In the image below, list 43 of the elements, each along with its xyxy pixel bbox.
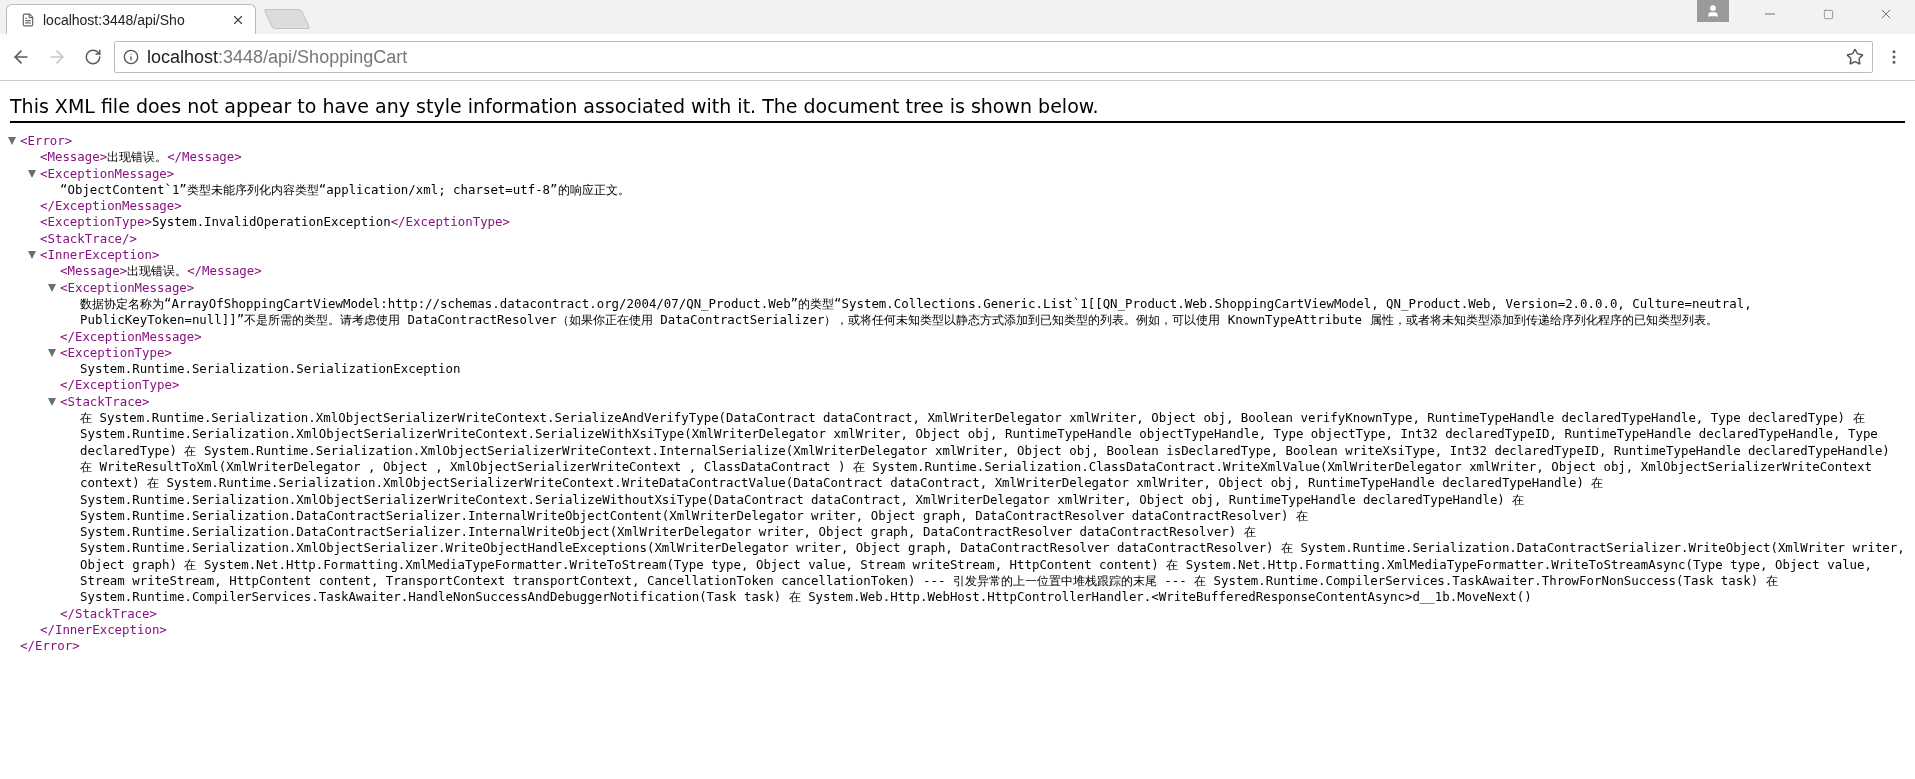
xml-tag: <ExceptionMessage> [60,279,195,295]
xml-tag: <InnerException> [40,247,160,263]
star-icon[interactable] [1846,48,1864,66]
xml-tag: <Message> [60,263,128,279]
address-bar[interactable]: localhost:3448/api/ShoppingCart [114,41,1873,73]
xml-tag: </Message> [167,149,242,165]
xml-text: 数据协定名称为“ArrayOfShoppingCartViewModel:http://schemas.datacontract.org/2004/07/QN_Product.Web”的类型“System.Collections.Generic.List`1[[QN_Product.Web.ShoppingCartViewModel, QN_Product.Web, Version=2.0.0.0, Culture=neutral, PublicKeyToken=null]]”不是所需的类型。请考虑使用 DataContractResolver（如果你正在使用 DataContractSerializer），或将任何未知类型以静态方式添加到已知类型的列表。例如，可以使用 KnownTypeAttribute 属性，或者将未知类型添加到传递给序列化程序的已知类型列表。 [80,295,1753,329]
browser-tab[interactable]: localhost:3448/api/Sho [6,4,256,34]
expand-triangle-icon[interactable] [28,169,36,178]
info-icon[interactable] [123,49,139,65]
xml-text: “ObjectContent`1”类型未能序列化内容类型“application/xml; charset=utf-8”的响应正文。 [60,181,631,199]
xml-tag: <ExceptionMessage> [40,165,175,181]
xml-text: 出现错误。 [107,149,168,165]
notice-text: This XML file does not appear to have any style information associated with it. The document tree is shown below. [10,95,1905,123]
xml-tag: </Message> [187,263,262,279]
url-path-text: :3448/api/ShoppingCart [218,46,408,67]
xml-tag: </ExceptionMessage> [60,328,202,344]
xml-text: System.InvalidOperationException [151,214,391,230]
page-icon [21,12,35,27]
url-host-text: localhost [147,46,219,67]
expand-triangle-icon[interactable] [48,348,56,357]
xml-tag: </StackTrace> [60,605,157,621]
person-icon [1706,4,1720,18]
xml-tag: </ExceptionType> [60,377,180,393]
xml-tag: <Message> [40,149,108,165]
xml-text: 在 System.Runtime.Serialization.XmlObjectSerializerWriteContext.SerializeAndVerifyType(DataContract dataContract, XmlWriterDelegator xmlWriter, Object obj, Boolean verifyKnownType, RuntimeTypeHandle declaredTypeHandle, Type declaredType) 在 System.Runtime.Serialization.XmlObjectSerializerWriteContext.SerializeWithXsiType(XmlWriterDelegator xmlWriter, Object obj, RuntimeTypeHandle objectTypeHandle, Type objectType, Int32 declaredTypeID, RuntimeTypeHandle declaredTypeHandle, Type declaredType) 在 System.Runtime.Serialization.XmlObjectSerializerWriteContext.InternalSerialize(XmlWriterDelegator xmlWriter, Object obj, Boolean isDeclaredType, Boolean writeXsiType, Int32 declaredTypeID, RuntimeTypeHandle declaredTypeHandle) 在 WriteResultToXml(XmlWriterDelegator , Object , XmlObjectSerializerWriteContext , ClassDataContract ) 在 System.Runtime.Serialization.ClassDataContract.WriteXmlValue(XmlWriterDelegator xmlWriter, Object obj, XmlObjectSerializerWriteContext context) 在 System.Runtime.Serialization.XmlObjectSerializerWriteContext.WriteDataContractValue(DataContract dataContract, XmlWriterDelegator xmlWriter, Object obj, RuntimeTypeHandle declaredTypeHandle) 在 System.Runtime.Serialization.XmlObjectSerializerWriteContext.SerializeWithoutXsiType(DataContract dataContract, XmlWriterDelegator xmlWriter, Object obj, RuntimeTypeHandle declaredTypeHandle) 在 System.Runtime.Serialization.DataContractSerializer.InternalWriteObjectContent(XmlWriterDelegator writer, Object graph, DataContractResolver dataContractResolver) 在 System.Runtime.Serialization.DataContractSerializer.InternalWriteObject(XmlWriterDelegator writer, Object graph, DataContractResolver dataContractResolver) 在 System.Runtime.Serialization.XmlObjectSerializer.WriteObjectHandleExceptions(XmlWriterDelegator writer, Object graph, DataContractResolver dataContractResolver) 在 System.Runtime.Serialization.DataContractSerializer.WriteObject(XmlWriter writer, Object graph) 在 System.Net.Http.Formatting.XmlMediaTypeFormatter.WriteToStream(Type type, Object value, Stream writeStream, HttpContent content) 在 System.Net.Http.Formatting.XmlMediaTypeFormatter.WriteToStreamAsync(Type type, Object value, Stream writeStream, HttpContent content, TransportContext transportContext, CancellationToken cancellationToken) --- 引发异常的上一位置中堆栈跟踪的末尾 --- 在 System.Runtime.CompilerServices.TaskAwaiter.ThrowForNonSuccess(Task task) 在 System.Runtime.CompilerServices.TaskAwaiter.HandleNonSuccessAndDebuggerNotification(Task task) 在 System.Web.Http.WebHost.HttpControllerHandler.<WriteBufferedResponseContentAsync>d__1b.MoveNext() [80,410,1906,606]
xml-tag: </ExceptionMessage> [40,198,182,214]
reload-icon[interactable] [84,48,102,66]
profile-button[interactable] [1697,0,1729,22]
xml-tag: <StackTrace> [60,393,150,409]
xml-tag: <StackTrace/> [40,230,137,246]
xml-tag: </Error> [20,638,80,654]
xml-text: System.Runtime.Serialization.SerializationException [80,361,462,378]
xml-text: 出现错误。 [127,263,188,279]
expand-triangle-icon[interactable] [48,397,56,406]
xml-tag: <ExceptionType> [40,214,152,230]
expand-triangle-icon[interactable] [28,251,36,260]
xml-tag: <Error> [20,133,73,148]
xml-tag: <ExceptionType> [60,344,172,360]
xml-tag: </InnerException> [40,621,167,637]
expand-triangle-icon[interactable] [8,137,16,145]
expand-triangle-icon[interactable] [48,283,56,292]
xml-tag: </ExceptionType> [390,214,510,230]
